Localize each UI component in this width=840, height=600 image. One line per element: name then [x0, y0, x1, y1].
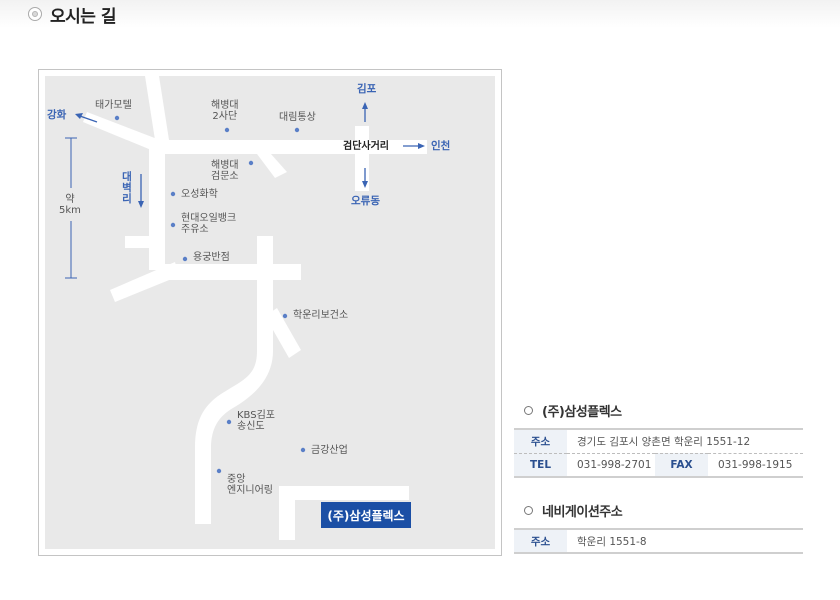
road-company	[279, 486, 409, 500]
navi-info-table: 주소 학운리 1551-8	[514, 528, 803, 554]
navi-info-header: 네비게이션주소	[514, 500, 803, 520]
address-value: 경기도 김포시 양촌면 학운리 1551-12	[577, 435, 751, 448]
map-area: 강화 태가모텔 해병대 2사단 대림통상 김포 검단사거리 인천 해병대 검문소…	[45, 76, 495, 549]
road-company-vertical	[279, 486, 295, 540]
fax-label: FAX	[655, 452, 708, 477]
road-curve-south	[195, 351, 273, 524]
label-jungang-engineering: 중앙 엔지니어링	[227, 474, 273, 496]
circle-bullet-icon	[28, 7, 42, 21]
label-marine-checkpoint: 해병대 검문소	[211, 160, 239, 182]
label-tega-motel: 태가모텔	[95, 100, 132, 111]
label-oryu: 오류동	[351, 195, 380, 207]
label-about-5km: 약 5km	[59, 194, 81, 216]
fax-value: 031-998-1915	[708, 452, 803, 477]
navi-address-label: 주소	[514, 529, 567, 553]
label-hakun-health-center: 학운리보건소	[293, 310, 349, 321]
label-marine-2nd-division: 해병대 2사단	[211, 100, 239, 122]
navi-title: 네비게이션주소	[542, 504, 623, 520]
tel-value: 031-998-2701	[567, 452, 655, 477]
road-north	[145, 76, 169, 140]
company-location-marker: (주)삼성플렉스	[321, 502, 411, 528]
navi-address-value: 학운리 1551-8	[577, 535, 647, 548]
company-name: (주)삼성플렉스	[542, 404, 622, 420]
address-label: 주소	[514, 429, 567, 453]
label-daerim: 대림통상	[279, 112, 316, 123]
label-ganghwa: 강화	[47, 109, 67, 121]
label-oseong: 오성화학	[181, 189, 218, 200]
label-yonggung: 용궁반점	[193, 252, 230, 263]
page-header: 오시는 길	[28, 3, 116, 27]
header-band	[0, 0, 840, 28]
ring-bullet-icon	[524, 405, 533, 415]
label-hyundai-oilbank: 현대오일뱅크 주유소	[181, 213, 237, 235]
label-geumgang: 금강산업	[311, 445, 348, 456]
tel-fax-row: TEL 031-998-2701 FAX 031-998-1915	[514, 452, 803, 477]
label-incheon: 인천	[431, 140, 451, 152]
address-row: 주소 경기도 김포시 양촌면 학운리 1551-12	[514, 429, 803, 453]
ring-bullet-icon	[524, 505, 533, 515]
label-geomdan-intersection: 검단사거리	[343, 141, 389, 152]
label-kbs: KBS김포 송신도	[237, 410, 275, 432]
road-west-stub	[125, 236, 165, 248]
company-info-section: (주)삼성플렉스 주소 경기도 김포시 양촌면 학운리 1551-12 TEL …	[514, 400, 803, 478]
location-map: 강화 태가모텔 해병대 2사단 대림통상 김포 검단사거리 인천 해병대 검문소…	[38, 69, 502, 556]
navi-address-row: 주소 학운리 1551-8	[514, 529, 803, 553]
road-yonggung	[165, 264, 301, 280]
page-title: 오시는 길	[50, 6, 116, 27]
company-info-table: 주소 경기도 김포시 양촌면 학운리 1551-12 TEL 031-998-2…	[514, 428, 803, 478]
label-daebyeokri: 대 벽 리	[122, 171, 132, 205]
label-gimpo: 김포	[357, 83, 377, 95]
tel-label: TEL	[514, 452, 567, 477]
road-daebyeokri	[149, 140, 165, 270]
road-hakun	[257, 236, 273, 351]
company-info-header: (주)삼성플렉스	[514, 400, 803, 420]
road-checkpoint	[257, 154, 287, 178]
navi-info-section: 네비게이션주소 주소 학운리 1551-8	[514, 500, 803, 554]
